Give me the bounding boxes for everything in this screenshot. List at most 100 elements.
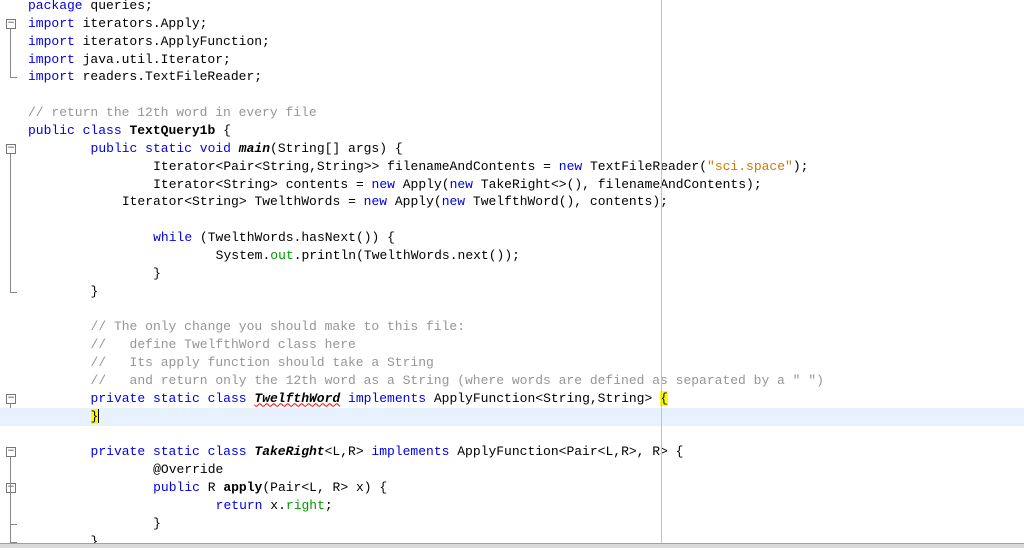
code-token: java.util.Iterator; xyxy=(74,51,231,67)
code-token: // Its apply function should take a Stri… xyxy=(90,355,434,370)
code-token: public class xyxy=(28,122,122,138)
code-token: System. xyxy=(215,247,271,263)
code-token: (TwelthWords.hasNext()) { xyxy=(192,230,395,246)
code-line[interactable]: import readers.TextFileReader; xyxy=(0,68,1024,86)
code-line[interactable]: // return the 12th word in every file xyxy=(0,104,1024,122)
code-token: apply xyxy=(223,479,263,495)
code-line-current[interactable]: } xyxy=(0,407,1024,426)
code-text: Iterator<Pair<String,String>> filenameAn… xyxy=(153,158,808,176)
code-token: Apply( xyxy=(387,194,442,210)
code-token: @Override xyxy=(153,462,224,478)
code-text: public static void main(String[] args) { xyxy=(91,140,403,158)
code-line[interactable]: public static void main(String[] args) { xyxy=(0,140,1024,158)
code-token: Apply( xyxy=(394,176,450,192)
code-line[interactable]: // define TwelfthWord class here xyxy=(0,336,1024,354)
code-text: // return the 12th word in every file xyxy=(28,104,317,122)
code-text: return x.right; xyxy=(216,497,333,515)
code-token: implements xyxy=(371,444,450,460)
code-line[interactable] xyxy=(0,211,1024,229)
code-line[interactable]: public R apply(Pair<L, R> x) { xyxy=(0,479,1024,497)
code-token: private static class xyxy=(90,390,247,406)
code-token: ApplyFunction<Pair<L,R>, R> { xyxy=(449,444,684,460)
code-token: Iterator<String> contents = xyxy=(153,176,372,192)
code-text: private static class TwelfthWord impleme… xyxy=(91,390,668,408)
code-line[interactable]: // Its apply function should take a Stri… xyxy=(0,354,1024,372)
code-token: return xyxy=(215,497,263,513)
code-token: ; xyxy=(324,497,333,513)
code-token: (Pair<L, R> x) { xyxy=(262,479,388,495)
code-line[interactable] xyxy=(0,300,1024,318)
code-token: private static class xyxy=(90,444,247,460)
code-token: <L,R> xyxy=(324,444,372,460)
editor-bottom-border xyxy=(0,543,1024,548)
code-line[interactable]: Iterator<Pair<String,String>> filenameAn… xyxy=(0,158,1024,176)
code-token: // return the 12th word in every file xyxy=(28,105,317,121)
code-text: public class TextQuery1b { xyxy=(28,122,231,140)
code-line[interactable]: return x.right; xyxy=(0,497,1024,515)
code-text: import readers.TextFileReader; xyxy=(28,68,262,86)
code-editor[interactable]: − − − − − package queries; import iterators.A… xyxy=(0,0,1024,549)
code-line[interactable]: while (TwelthWords.hasNext()) { xyxy=(0,229,1024,247)
code-token: public xyxy=(153,479,200,495)
code-text: Iterator<String> contents = new Apply(ne… xyxy=(153,176,762,194)
code-token: import xyxy=(28,69,75,85)
code-text: // define TwelfthWord class here xyxy=(91,336,356,354)
code-line[interactable]: private static class TakeRight<L,R> impl… xyxy=(0,443,1024,461)
code-token: import xyxy=(28,51,75,67)
code-text: import iterators.Apply; xyxy=(28,15,207,33)
code-line[interactable]: } xyxy=(0,515,1024,533)
code-line[interactable]: // and return only the 12th word as a St… xyxy=(0,372,1024,390)
code-token: { xyxy=(215,122,231,138)
code-line[interactable]: Iterator<String> TwelthWords = new Apply… xyxy=(0,193,1024,211)
code-line[interactable]: Iterator<String> contents = new Apply(ne… xyxy=(0,176,1024,194)
code-line[interactable]: import iterators.Apply; xyxy=(0,15,1024,33)
code-token: import xyxy=(28,15,75,31)
code-line[interactable]: private static class TwelfthWord impleme… xyxy=(0,390,1024,408)
code-text: import java.util.Iterator; xyxy=(28,51,231,69)
code-token: ApplyFunction<String,String> xyxy=(426,390,661,406)
code-text: // The only change you should make to th… xyxy=(91,318,465,336)
code-token: x. xyxy=(262,497,286,513)
code-text: } xyxy=(91,283,99,301)
code-line[interactable]: // The only change you should make to th… xyxy=(0,318,1024,336)
code-line[interactable]: System.out.println(TwelthWords.next()); xyxy=(0,247,1024,265)
code-token: new xyxy=(363,194,388,210)
code-token: .println(TwelthWords.next()); xyxy=(293,247,520,263)
code-token: implements xyxy=(348,390,427,406)
code-token: while xyxy=(153,230,193,246)
code-token: // The only change you should make to th… xyxy=(90,319,466,335)
code-line[interactable]: import java.util.Iterator; xyxy=(0,51,1024,69)
code-line[interactable]: @Override xyxy=(0,461,1024,479)
code-token: right xyxy=(285,497,325,513)
code-token: public static void xyxy=(90,140,231,156)
code-line[interactable]: package queries; xyxy=(0,0,1024,15)
code-text: @Override xyxy=(153,461,223,479)
code-token: package xyxy=(28,0,83,13)
code-line[interactable]: import iterators.ApplyFunction; xyxy=(0,33,1024,51)
code-token: new xyxy=(441,194,466,210)
code-token: import xyxy=(28,33,75,49)
code-token: } xyxy=(90,408,99,424)
code-line[interactable]: } xyxy=(0,265,1024,283)
code-text: System.out.println(TwelthWords.next()); xyxy=(216,247,520,265)
code-text: } xyxy=(90,408,100,426)
code-token: R xyxy=(199,479,224,495)
code-text: private static class TakeRight<L,R> impl… xyxy=(91,443,684,461)
code-line[interactable]: public class TextQuery1b { xyxy=(0,122,1024,140)
code-token: // define TwelfthWord class here xyxy=(90,337,356,353)
code-token: iterators.ApplyFunction; xyxy=(74,33,270,49)
code-token: TwelfthWord(), contents); xyxy=(465,194,668,210)
code-token: TwelfthWord xyxy=(254,390,341,406)
code-line[interactable] xyxy=(0,86,1024,104)
code-token: Iterator<Pair<String,String>> filenameAn… xyxy=(153,158,559,174)
code-token: } xyxy=(153,515,161,531)
code-token: (String[] args) { xyxy=(270,140,403,156)
code-text: import iterators.ApplyFunction; xyxy=(28,33,270,51)
code-token: // and return only the 12th word as a St… xyxy=(90,372,824,388)
code-line[interactable]: } xyxy=(0,283,1024,301)
code-token: main xyxy=(238,140,271,156)
code-line[interactable] xyxy=(0,425,1024,443)
text-caret xyxy=(98,409,100,424)
